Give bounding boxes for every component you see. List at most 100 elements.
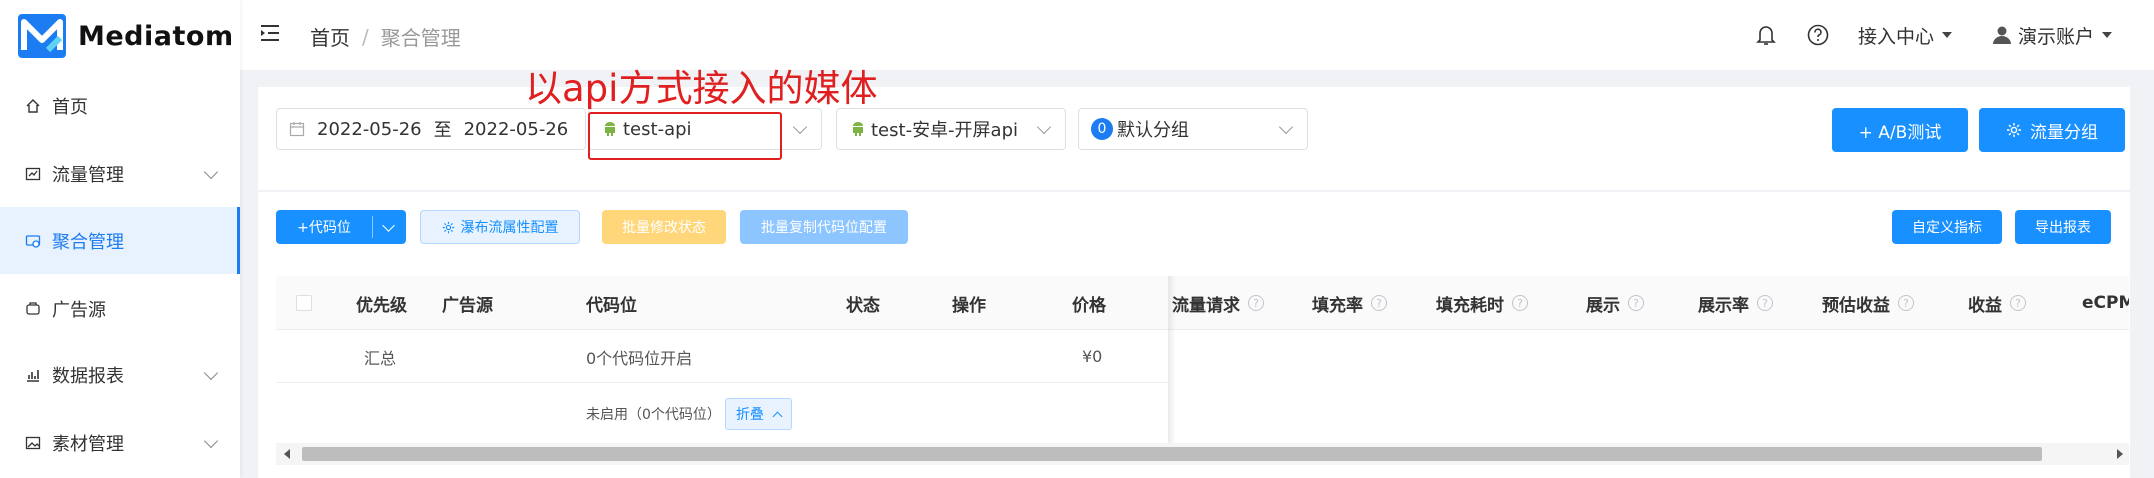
app-name: Mediatom	[78, 20, 234, 52]
account-menu[interactable]: 演示账户	[1992, 22, 2112, 49]
sidebar: Mediatom 首页 流量管理 聚合管理 广告源 数据报表 素材管理	[0, 0, 240, 478]
menu-collapse-icon[interactable]	[260, 24, 280, 42]
ab-test-button[interactable]: + A/B测试	[1832, 108, 1968, 152]
calendar-icon	[289, 122, 305, 137]
app-select[interactable]: test-api	[588, 108, 822, 150]
chevron-down-icon	[792, 119, 808, 135]
help-icon[interactable]: ?	[1248, 295, 1264, 311]
breadcrumb-home[interactable]: 首页	[310, 22, 350, 51]
table-header: 优先级 广告源 代码位 状态 操作 价格 流量请求? 填充率? 填充耗时? 展示…	[276, 276, 2129, 330]
summary-label: 汇总	[364, 348, 397, 368]
sidebar-item-label: 广告源	[52, 299, 106, 321]
col-label: 预估收益	[1822, 295, 1890, 316]
help-icon[interactable]: ?	[1512, 295, 1528, 311]
flow-attr-config-button[interactable]: 瀑布流属性配置	[420, 210, 580, 244]
group-select[interactable]: 0 默认分组	[1078, 108, 1308, 150]
col-traffic-request: 流量请求?	[1172, 276, 1264, 330]
batch-status-button[interactable]: 批量修改状态	[602, 210, 726, 244]
col-label: 流量请求	[1172, 295, 1240, 316]
adspace-select-value: test-安卓-开屏api	[871, 120, 1019, 141]
add-code-button[interactable]: +代码位	[276, 210, 406, 244]
flow-group-label: 流量分组	[2030, 122, 2098, 143]
col-action: 操作	[952, 295, 986, 316]
disabled-group: 未启用（0个代码位） 折叠	[586, 384, 792, 444]
scrollbar-thumb[interactable]	[302, 447, 2042, 461]
date-end: 2022-05-26	[463, 118, 569, 140]
table-row-disabled: 未启用（0个代码位） 折叠	[276, 384, 1168, 444]
col-estimated-revenue: 预估收益?	[1822, 276, 1914, 330]
bell-icon[interactable]	[1754, 23, 1778, 47]
annotation-text: 以api方式接入的媒体	[525, 67, 878, 110]
scroll-left-icon[interactable]	[284, 449, 290, 459]
chevron-up-icon	[772, 411, 783, 421]
access-center-label: 接入中心	[1857, 25, 1934, 48]
android-icon	[853, 122, 863, 136]
batch-copy-label: 批量复制代码位配置	[761, 220, 887, 236]
split-divider	[372, 216, 373, 238]
sidebar-item-material[interactable]: 素材管理	[0, 409, 240, 476]
col-fill-latency: 填充耗时?	[1436, 276, 1528, 330]
code-table: 优先级 广告源 代码位 状态 操作 价格 流量请求? 填充率? 填充耗时? 展示…	[276, 276, 2129, 444]
sidebar-item-report[interactable]: 数据报表	[0, 341, 240, 408]
mediatom-logo-icon	[18, 14, 66, 58]
help-icon[interactable]	[1806, 23, 1830, 47]
fold-label: 折叠	[735, 407, 764, 423]
caret-down-icon	[1941, 32, 1952, 38]
col-fill-rate: 填充率?	[1312, 276, 1387, 330]
help-icon[interactable]: ?	[1757, 295, 1773, 311]
col-priority: 优先级	[356, 295, 407, 316]
sidebar-item-label: 素材管理	[52, 433, 124, 455]
sidebar-item-label: 数据报表	[52, 365, 124, 387]
col-ad-source: 广告源	[442, 295, 493, 316]
app-logo[interactable]: Mediatom	[18, 14, 234, 58]
sidebar-item-ad-source[interactable]: 广告源	[0, 275, 240, 342]
table-row-summary: 汇总 0个代码位开启 ¥0	[276, 330, 1168, 383]
sidebar-item-aggregate[interactable]: 聚合管理	[0, 207, 240, 274]
fold-button[interactable]: 折叠	[724, 398, 792, 430]
help-icon[interactable]: ?	[1371, 295, 1387, 311]
main-content: +代码位 瀑布流属性配置 批量修改状态 批量复制代码位配置 自定义指标 导出报表…	[258, 192, 2130, 478]
material-icon	[24, 434, 42, 452]
header-actions: 接入中心 演示账户	[1754, 0, 2154, 70]
chevron-down-icon	[203, 365, 219, 380]
help-icon[interactable]: ?	[1628, 295, 1644, 311]
date-separator: 至	[433, 120, 452, 141]
sidebar-item-label: 流量管理	[52, 164, 124, 186]
export-report-button[interactable]: 导出报表	[2015, 210, 2111, 244]
chevron-down-icon	[203, 164, 219, 179]
app-select-value: test-api	[623, 118, 692, 140]
horizontal-scrollbar[interactable]	[276, 443, 2129, 465]
adspace-select[interactable]: test-安卓-开屏api	[836, 108, 1066, 150]
gear-icon	[2007, 123, 2021, 137]
chevron-down-icon	[203, 433, 219, 448]
sidebar-item-traffic[interactable]: 流量管理	[0, 140, 240, 207]
report-icon	[24, 366, 42, 384]
help-icon[interactable]: ?	[2010, 295, 2026, 311]
col-code: 代码位	[586, 295, 637, 316]
ab-test-label: + A/B测试	[1858, 122, 1942, 143]
gear-icon	[442, 221, 454, 233]
chevron-down-icon[interactable]	[382, 219, 395, 232]
col-label: 收益	[1968, 295, 2002, 316]
ad-source-icon	[24, 300, 42, 318]
scroll-right-icon[interactable]	[2117, 449, 2123, 459]
flow-group-button[interactable]: 流量分组	[1979, 108, 2125, 152]
sidebar-item-home[interactable]: 首页	[0, 72, 240, 139]
export-report-label: 导出报表	[2035, 220, 2091, 236]
col-impression: 展示?	[1586, 276, 1644, 330]
col-label: 展示率	[1698, 295, 1749, 316]
access-center-menu[interactable]: 接入中心	[1858, 22, 1952, 49]
group-select-value: 默认分组	[1117, 120, 1189, 141]
chevron-down-icon	[1278, 119, 1294, 135]
home-icon	[24, 97, 42, 115]
help-icon[interactable]: ?	[1898, 295, 1914, 311]
select-all-checkbox[interactable]	[296, 295, 312, 311]
col-ecpm: eCPM	[2082, 293, 2129, 313]
android-icon	[605, 122, 615, 136]
breadcrumb-current: 聚合管理	[380, 26, 461, 50]
date-range-picker[interactable]: 2022-05-26 至 2022-05-26	[276, 108, 586, 150]
chevron-down-icon	[1036, 119, 1052, 135]
custom-metrics-button[interactable]: 自定义指标	[1892, 210, 2002, 244]
user-icon	[1992, 26, 2011, 44]
batch-copy-button[interactable]: 批量复制代码位配置	[740, 210, 908, 244]
